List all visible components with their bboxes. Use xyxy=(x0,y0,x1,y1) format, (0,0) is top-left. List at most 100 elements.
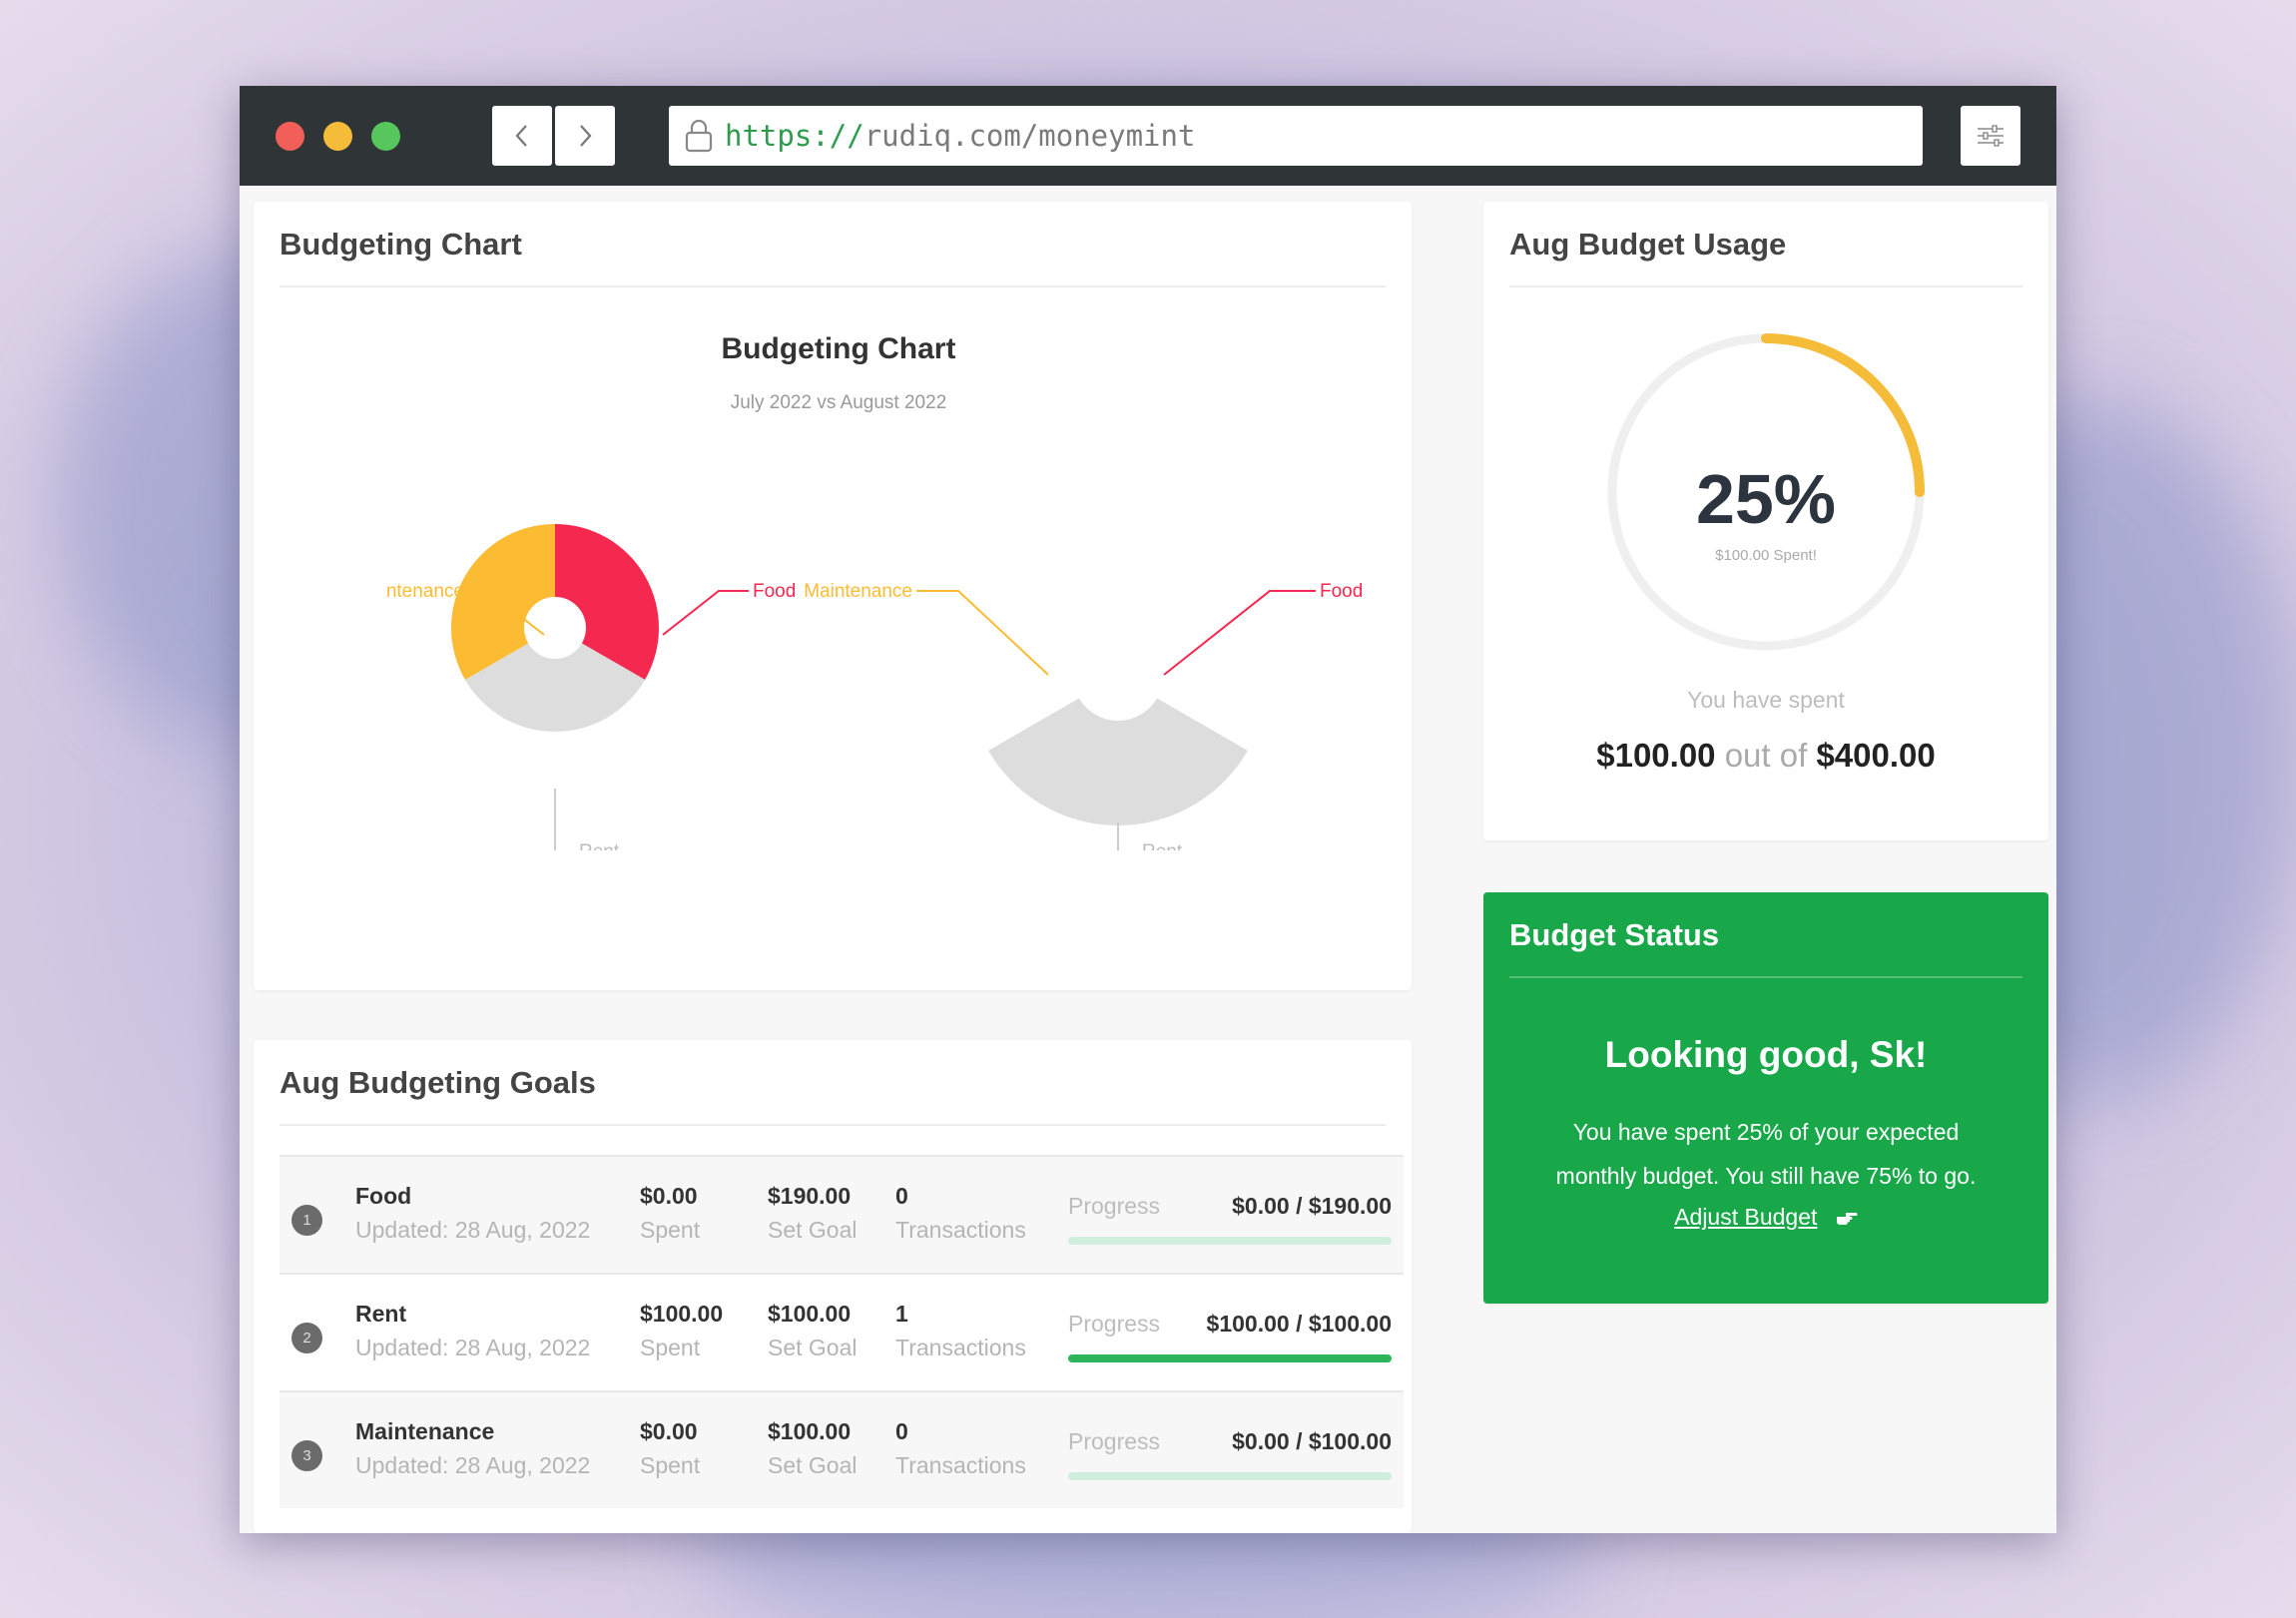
goal-target: $190.00 xyxy=(768,1183,852,1209)
url-protocol: https:// xyxy=(725,119,864,153)
spent-label: You have spent xyxy=(1687,687,1845,713)
spent-summary: $100.00 out of $400.00 xyxy=(1483,737,2048,775)
pie1-food-label: Food xyxy=(753,581,796,602)
browser-window: https://rudiq.com/moneymint Budgeting Ch… xyxy=(240,86,2056,1533)
goal-name-cell: Maintenance Updated: 28 Aug, 2022 xyxy=(355,1418,590,1479)
pie2-maintenance-leader xyxy=(916,590,1049,676)
goal-target: $100.00 xyxy=(768,1418,852,1444)
out-of-text: out of xyxy=(1724,737,1808,774)
address-bar[interactable]: https://rudiq.com/moneymint xyxy=(669,106,1923,166)
progress-value: $0.00 / $100.00 xyxy=(1232,1428,1392,1454)
goal-transactions: 0 xyxy=(895,1418,908,1444)
pie1-food-leader xyxy=(662,590,749,636)
goal-name-cell: Food Updated: 28 Aug, 2022 xyxy=(355,1183,590,1244)
goal-transactions-cell: 0 Transactions xyxy=(895,1183,1026,1244)
chart-title: Budgeting Chart xyxy=(722,332,956,365)
budget-usage-card: Aug Budget Usage 25% $100.00 Spent! You … xyxy=(1483,202,2048,840)
goal-target: $100.00 xyxy=(768,1301,852,1327)
budgeting-chart-card: Budgeting Chart Budgeting Chart July 202… xyxy=(254,202,1412,990)
goals-table: 1 Food Updated: 28 Aug, 2022 $0.00 Spent… xyxy=(280,1155,1404,1508)
pie-chart-august xyxy=(988,698,1248,826)
spent-amount: $100.00 xyxy=(1596,737,1716,774)
goal-name: Rent xyxy=(355,1301,407,1327)
pie2-food-leader xyxy=(1163,590,1316,676)
sliders-icon xyxy=(1978,125,2004,147)
table-row[interactable]: 1 Food Updated: 28 Aug, 2022 $0.00 Spent… xyxy=(280,1155,1404,1273)
goal-spent: $0.00 xyxy=(640,1183,698,1209)
goal-spent-label: Spent xyxy=(640,1335,701,1360)
pie-chart-july xyxy=(451,524,659,732)
chevron-right-icon xyxy=(580,125,592,147)
budgeting-pie-charts: Budgeting Chart July 2022 vs August 2022… xyxy=(386,332,1363,850)
progress-fill xyxy=(1068,1354,1392,1362)
pie2-rent-label: Rent xyxy=(1142,841,1183,850)
status-message: You have spent 25% of your expected mont… xyxy=(1555,1119,1977,1189)
goal-target-cell: $100.00 Set Goal xyxy=(768,1301,858,1361)
forward-button[interactable] xyxy=(555,106,615,166)
goal-updated: Updated: 28 Aug, 2022 xyxy=(355,1217,591,1243)
table-row[interactable]: 3 Maintenance Updated: 28 Aug, 2022 $0.0… xyxy=(280,1390,1404,1508)
usage-spent-sub: $100.00 Spent! xyxy=(1715,547,1817,564)
goal-spent-cell: $0.00 Spent xyxy=(640,1418,700,1479)
goal-name-cell: Rent Updated: 28 Aug, 2022 xyxy=(355,1301,590,1361)
progress-label: Progress xyxy=(1068,1311,1161,1337)
settings-menu-button[interactable] xyxy=(1961,106,2020,166)
pie2-food-label: Food xyxy=(1320,581,1363,602)
goal-transactions-label: Transactions xyxy=(895,1217,1026,1243)
pie1-rent-label: Rent xyxy=(579,841,620,850)
goal-spent-label: Spent xyxy=(640,1452,701,1478)
goal-target-cell: $100.00 Set Goal xyxy=(768,1418,858,1479)
pie2-rent-leader xyxy=(1117,822,1138,850)
row-number: 3 xyxy=(291,1440,322,1471)
pie-slice-rent[interactable] xyxy=(988,698,1248,826)
row-number: 2 xyxy=(291,1323,322,1353)
browser-toolbar: https://rudiq.com/moneymint xyxy=(240,86,2056,186)
goal-spent-cell: $0.00 Spent xyxy=(640,1183,700,1244)
hand-pointing-icon xyxy=(1836,1205,1858,1232)
budgeting-goals-card: Aug Budgeting Goals 1 Food Updated: 28 A… xyxy=(254,1040,1412,1533)
close-window-button[interactable] xyxy=(276,122,304,151)
adjust-budget-link[interactable]: Adjust Budget xyxy=(1674,1204,1817,1230)
total-amount: $400.00 xyxy=(1816,737,1936,774)
chart-subtitle: July 2022 vs August 2022 xyxy=(731,392,947,413)
card-title: Budgeting Chart xyxy=(280,202,1386,287)
goal-updated: Updated: 28 Aug, 2022 xyxy=(355,1452,591,1478)
goal-target-label: Set Goal xyxy=(768,1452,858,1478)
usage-percent: 25% xyxy=(1695,460,1837,538)
progress-value: $0.00 / $190.00 xyxy=(1232,1193,1392,1219)
progress-bar xyxy=(1068,1472,1392,1480)
lock-icon xyxy=(685,119,713,153)
progress-bar xyxy=(1068,1237,1392,1245)
card-title: Budget Status xyxy=(1509,892,2022,978)
goal-target-cell: $190.00 Set Goal xyxy=(768,1183,858,1244)
goal-transactions-label: Transactions xyxy=(895,1452,1026,1478)
goal-transactions-cell: 0 Transactions xyxy=(895,1418,1026,1479)
chevron-left-icon xyxy=(515,125,527,147)
goal-transactions-cell: 1 Transactions xyxy=(895,1301,1026,1361)
goal-name: Maintenance xyxy=(355,1418,495,1444)
pie2-maintenance-label: Maintenance xyxy=(804,581,912,602)
progress-bar xyxy=(1068,1354,1392,1362)
pie1-maintenance-label: ntenance xyxy=(386,581,464,602)
card-title: Aug Budget Usage xyxy=(1509,202,2022,287)
adjust-budget-row: Adjust Budget xyxy=(1483,1204,2048,1232)
status-headline: Looking good, Sk! xyxy=(1604,1034,1928,1075)
progress-label: Progress xyxy=(1068,1428,1161,1454)
goal-updated: Updated: 28 Aug, 2022 xyxy=(355,1335,591,1360)
goal-transactions: 1 xyxy=(895,1301,908,1327)
progress-label: Progress xyxy=(1068,1193,1161,1219)
pie1-rent-leader xyxy=(554,789,575,850)
card-title: Aug Budgeting Goals xyxy=(280,1040,1386,1126)
goal-transactions-label: Transactions xyxy=(895,1335,1026,1360)
goal-transactions: 0 xyxy=(895,1183,908,1209)
table-row[interactable]: 2 Rent Updated: 28 Aug, 2022 $100.00 Spe… xyxy=(280,1273,1404,1390)
row-number: 1 xyxy=(291,1205,322,1236)
goal-spent-cell: $100.00 Spent xyxy=(640,1301,723,1361)
minimize-window-button[interactable] xyxy=(323,122,352,151)
progress-value: $100.00 / $100.00 xyxy=(1206,1311,1392,1337)
url-text: rudiq.com/moneymint xyxy=(863,119,1196,153)
maximize-window-button[interactable] xyxy=(371,122,400,151)
goal-target-label: Set Goal xyxy=(768,1335,858,1360)
back-button[interactable] xyxy=(492,106,552,166)
goal-spent-label: Spent xyxy=(640,1217,701,1243)
